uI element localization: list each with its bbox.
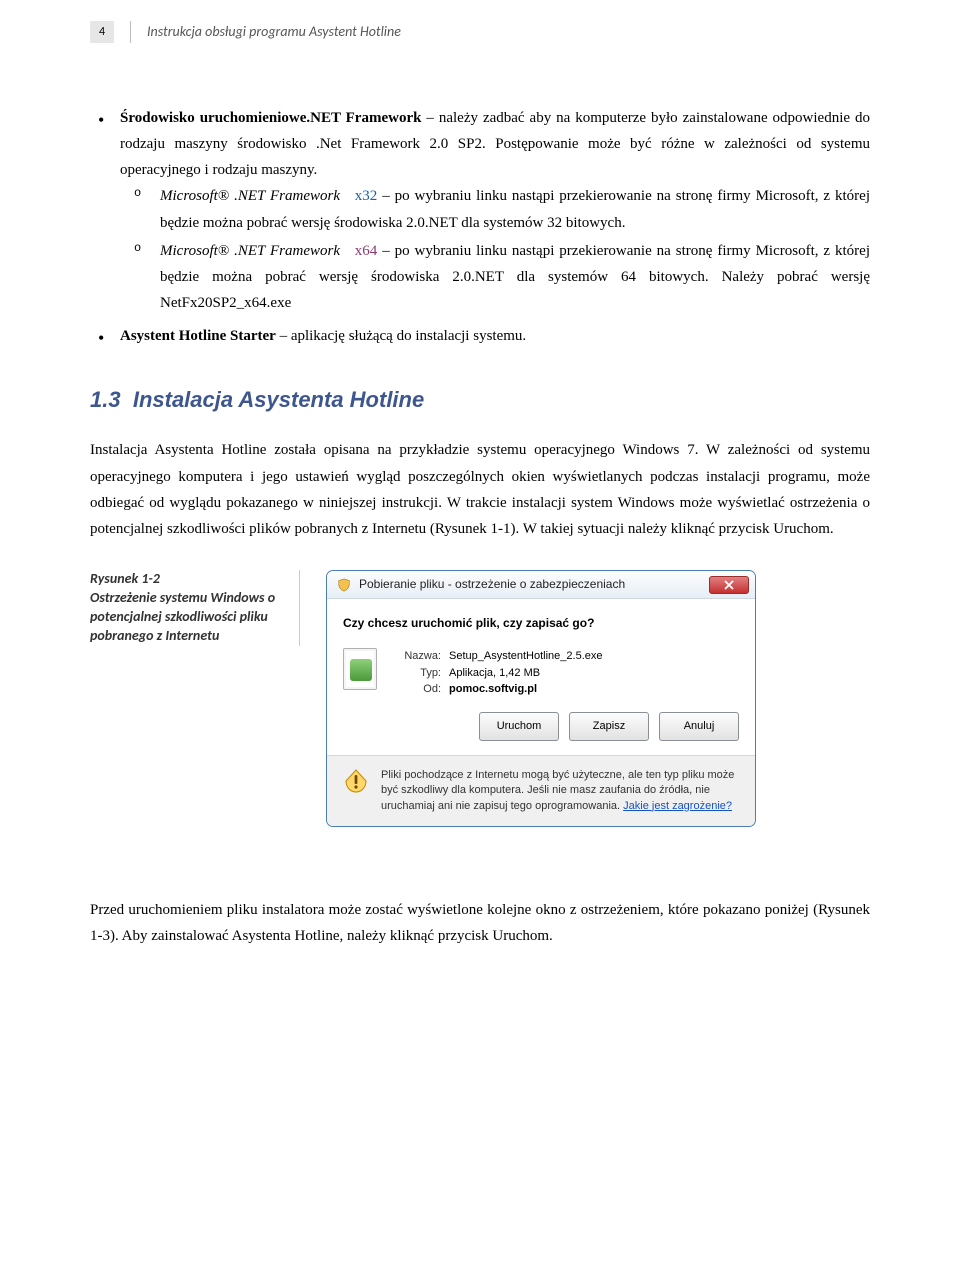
dialog-question: Czy chcesz uruchomić plik, czy zapisać g… [343,613,739,634]
sub-bullet-x64: Microsoft® .NET Framework x64 – po wybra… [160,238,870,317]
dialog-title: Pobieranie pliku - ostrzeżenie o zabezpi… [359,574,709,595]
value-type: Aplikacja, 1,42 MB [449,665,540,682]
bullet-starter: Asystent Hotline Starter – aplikację słu… [120,323,870,349]
section-heading: 1.3 Instalacja Asystenta Hotline [90,381,870,420]
file-icon [343,648,377,690]
label-name: Nazwa: [389,648,441,665]
dialog-titlebar: Pobieranie pliku - ostrzeżenie o zabezpi… [327,571,755,599]
close-button[interactable] [709,576,749,594]
figure-1-2: Rysunek 1-2 Ostrzeżenie systemu Windows … [90,570,870,827]
page-number: 4 [90,21,114,43]
link-x64[interactable]: x64 [355,243,378,259]
paragraph-after-figure: Przed uruchomieniem pliku instalatora mo… [90,897,870,950]
bullet-lead: Asystent Hotline Starter [120,328,276,344]
sub-bullet-x32: Microsoft® .NET Framework x32 – po wybra… [160,183,870,236]
link-x32[interactable]: x32 [355,188,378,204]
dialog-footer-text: Pliki pochodzące z Internetu mogą być uż… [381,768,739,814]
figure-caption: Rysunek 1-2 Ostrzeżenie systemu Windows … [90,570,300,646]
threat-info-link[interactable]: Jakie jest zagrożenie? [623,800,732,812]
bullet-text: – aplikację służącą do instalacji system… [276,328,526,344]
section-title: Instalacja Asystenta Hotline [133,387,424,412]
value-name: Setup_AsystentHotline_2.5.exe [449,648,603,665]
page-header: 4 Instrukcja obsługi programu Asystent H… [90,20,870,45]
page-header-title: Instrukcja obsługi programu Asystent Hot… [147,20,401,45]
shield-icon [337,578,351,592]
close-icon [724,580,734,590]
cancel-button[interactable]: Anuluj [659,712,739,741]
warning-icon [343,768,369,794]
document-body: Środowisko uruchomieniowe.NET Framework … [90,105,870,950]
bullet-net-framework: Środowisko uruchomieniowe.NET Framework … [120,105,870,317]
header-divider [130,21,131,43]
paragraph-intro: Instalacja Asystenta Hotline została opi… [90,437,870,542]
value-from: pomoc.softvig.pl [449,681,537,698]
bullet-lead: Środowisko uruchomieniowe.NET Framework [120,110,421,126]
save-button[interactable]: Zapisz [569,712,649,741]
product-name-ital: Microsoft® .NET Framework [160,243,340,259]
run-button[interactable]: Uruchom [479,712,559,741]
label-from: Od: [389,681,441,698]
file-info: Nazwa: Setup_AsystentHotline_2.5.exe Typ:… [389,648,739,698]
label-type: Typ: [389,665,441,682]
product-name-ital: Microsoft® .NET Framework [160,188,340,204]
download-warning-dialog: Pobieranie pliku - ostrzeżenie o zabezpi… [326,570,756,827]
section-number: 1.3 [90,387,121,412]
